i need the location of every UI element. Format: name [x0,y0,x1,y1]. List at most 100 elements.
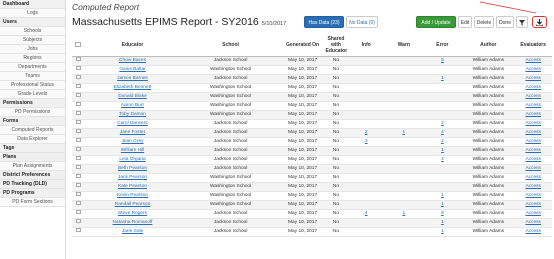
educator-value[interactable]: Donald Blake [118,94,147,99]
row-checkbox[interactable] [75,84,81,89]
row-select-cell[interactable] [72,83,85,93]
col-generated-on[interactable]: Generated On [280,34,325,57]
table-row[interactable]: Steve Rogers Jackson School May 10, 2017 No… [72,209,552,219]
row-select-cell[interactable] [72,173,85,183]
educator-value[interactable]: Jane Foster [120,130,145,135]
row-select-cell[interactable] [72,200,85,210]
table-row[interactable]: Elizabeth Bennett Washington School May 10… [72,83,552,93]
col-author[interactable]: Author [462,34,515,57]
evaluators-value[interactable]: Access [525,175,540,180]
table-row[interactable]: Chow Baces Jackson School May 10, 2017 No 5 W… [72,56,552,66]
filter-button[interactable] [516,16,528,28]
row-checkbox[interactable] [75,57,81,62]
table-row[interactable]: Kate Pearson Washington School May 10, 201… [72,182,552,192]
row-select-cell[interactable] [72,227,85,237]
row-select-cell[interactable] [72,65,85,75]
row-checkbox[interactable] [75,201,81,206]
download-button[interactable] [532,16,547,28]
row-checkbox[interactable] [75,165,81,170]
evaluators-value[interactable]: Access [525,202,540,207]
educator-value[interactable]: Randall Pearson [115,202,150,207]
row-checkbox[interactable] [75,174,81,179]
educator-value[interactable]: Toby Damon [119,112,146,117]
sidebar-item-pd-tracking-dld[interactable]: PD Tracking (DLD) [0,180,65,189]
add-update-button[interactable]: Add / Update [416,16,456,28]
row-select-cell[interactable] [72,92,85,102]
row-checkbox[interactable] [75,138,81,143]
table-row[interactable]: Randall Pearson Washington School May 10, … [72,200,552,210]
row-select-cell[interactable] [72,155,85,165]
evaluators-value[interactable]: Access [525,211,540,216]
educator-value[interactable]: James Barnes [117,76,148,81]
table-row[interactable]: Kevin Pearson Washington School May 10, 20… [72,191,552,201]
row-checkbox[interactable] [75,192,81,197]
evaluators-value[interactable]: Access [525,229,540,234]
row-checkbox[interactable] [75,147,81,152]
error-value[interactable]: 1 [441,220,444,225]
row-select-cell[interactable] [72,218,85,228]
row-select-cell[interactable] [72,209,85,219]
row-select-cell[interactable] [72,164,85,174]
error-value[interactable]: 1 [441,193,444,198]
error-value[interactable]: 1 [441,229,444,234]
table-row[interactable]: Jane Foster Jackson School May 10, 2017 No 2… [72,128,552,138]
sidebar-item-logs[interactable]: Logs [0,9,65,18]
col-shared[interactable]: Shared with Educator [324,34,348,57]
evaluators-value[interactable]: Access [525,103,540,108]
table-row[interactable]: Natasha Romanoff Jackson School May 10, 20… [72,218,552,228]
educator-value[interactable]: Carol Danvers [117,121,148,126]
table-row[interactable]: Aaron Burr Washington School May 10, 2017 N… [72,101,552,111]
evaluators-value[interactable]: Access [525,94,540,99]
sidebar-item-dashboard[interactable]: Dashboard [0,0,65,9]
educator-value[interactable]: Jane Sole [122,229,143,234]
row-checkbox[interactable] [75,66,81,71]
table-row[interactable]: Beth Pearson Jackson School May 10, 2017 No… [72,164,552,174]
row-select-cell[interactable] [72,182,85,192]
table-row[interactable]: Jack Pearson Washington School May 10, 201… [72,173,552,183]
educator-value[interactable]: Natasha Romanoff [113,220,153,225]
row-select-cell[interactable] [72,119,85,129]
col-school[interactable]: School [180,34,281,57]
error-value[interactable]: 1 [441,202,444,207]
row-select-cell[interactable] [72,137,85,147]
no-data-button[interactable]: No Data (0) [346,16,378,28]
error-value[interactable]: 1 [441,76,444,81]
evaluators-value[interactable]: Access [525,112,540,117]
table-row[interactable]: Donald Blake Washington School May 10, 201… [72,92,552,102]
delete-button[interactable]: Delete [474,16,494,28]
col-educator[interactable]: Educator [84,34,181,57]
sidebar-item-permissions[interactable]: Permissions [0,99,65,108]
sidebar-item-plans[interactable]: Plans [0,153,65,162]
has-data-button[interactable]: Has Data (23) [304,16,344,28]
educator-value[interactable]: Leia Organa [119,157,145,162]
row-checkbox[interactable] [75,102,81,107]
col-evaluators[interactable]: Evaluators [514,34,552,57]
row-select-cell[interactable] [72,101,85,111]
educator-value[interactable]: Aaron Burr [121,103,144,108]
table-row[interactable]: Gaius Baltar Washington School May 10, 201… [72,65,552,75]
table-row[interactable]: Jean Grey Jackson School May 10, 2017 No 3 2 W… [72,137,552,147]
evaluators-value[interactable]: Access [525,184,540,189]
educator-value[interactable]: Beth Pearson [118,166,147,171]
row-checkbox[interactable] [75,183,81,188]
row-select-cell[interactable] [72,191,85,201]
evaluators-value[interactable]: Access [525,220,540,225]
educator-value[interactable]: Chow Baces [119,58,146,63]
table-row[interactable]: Carol Danvers Jackson School May 10, 2017 N… [72,119,552,129]
warn-value[interactable]: 1 [402,211,405,216]
educator-value[interactable]: William Hill [121,148,144,153]
row-checkbox[interactable] [75,219,81,224]
select-all-checkbox[interactable] [75,41,82,47]
row-select-cell[interactable] [72,146,85,156]
evaluators-value[interactable]: Access [525,139,540,144]
done-button[interactable]: Done [496,16,514,28]
evaluators-value[interactable]: Access [525,85,540,90]
evaluators-value[interactable]: Access [525,58,540,63]
sidebar-item-pd-programs[interactable]: PD Programs [0,189,65,198]
evaluators-value[interactable]: Access [525,76,540,81]
sidebar-item-users[interactable]: Users [0,18,65,27]
educator-value[interactable]: Elizabeth Bennett [114,85,152,90]
row-checkbox[interactable] [75,75,81,80]
info-value[interactable]: 4 [365,211,368,216]
sidebar-item-district-preferences[interactable]: District Preferences [0,171,65,180]
